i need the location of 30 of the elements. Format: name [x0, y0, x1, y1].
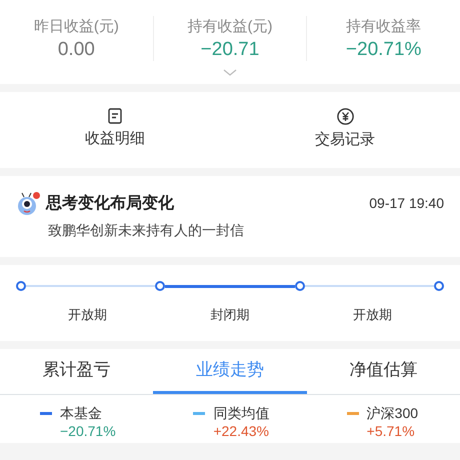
message-subtitle: 致鹏华创新未来持有人的一封信 [47, 221, 245, 240]
mascot-icon [16, 192, 38, 216]
stat-label: 持有收益(元) [186, 17, 274, 37]
document-icon [108, 108, 122, 124]
chevron-down-icon[interactable] [223, 69, 237, 76]
message-time: 09-17 19:40 [369, 194, 444, 214]
action-button[interactable]: 交易记录 [230, 108, 460, 152]
timeline-node [16, 281, 26, 292]
stat-label: 昨日收益(元) [32, 17, 120, 37]
period-label: 封闭期 [210, 306, 250, 324]
yuan-icon [336, 108, 354, 126]
legend-value: −20.71% [59, 424, 117, 440]
stat-label: 持有收益率 [345, 17, 422, 37]
message-title[interactable]: 思考变化布局变化 [46, 192, 370, 216]
timeline-node [155, 281, 166, 292]
stat-value: −20.71 [200, 38, 260, 62]
period-label: 开放期 [68, 306, 107, 324]
legend-value: +5.71% [366, 424, 416, 440]
timeline-node [434, 281, 444, 292]
legend-value: +22.43% [212, 424, 270, 440]
timeline-node [294, 281, 305, 292]
period-label: 开放期 [353, 306, 392, 324]
legend-name: 本基金 [60, 404, 102, 424]
stat-value: −20.71% [344, 38, 422, 62]
tab[interactable]: 净值估算 [306, 348, 460, 394]
legend-name: 沪深300 [366, 404, 418, 424]
stat-value: 0.00 [56, 38, 96, 62]
action-button[interactable]: 收益明细 [0, 108, 230, 152]
legend-name: 同类均值 [213, 404, 270, 424]
tab[interactable]: 累计盈亏 [0, 348, 154, 394]
